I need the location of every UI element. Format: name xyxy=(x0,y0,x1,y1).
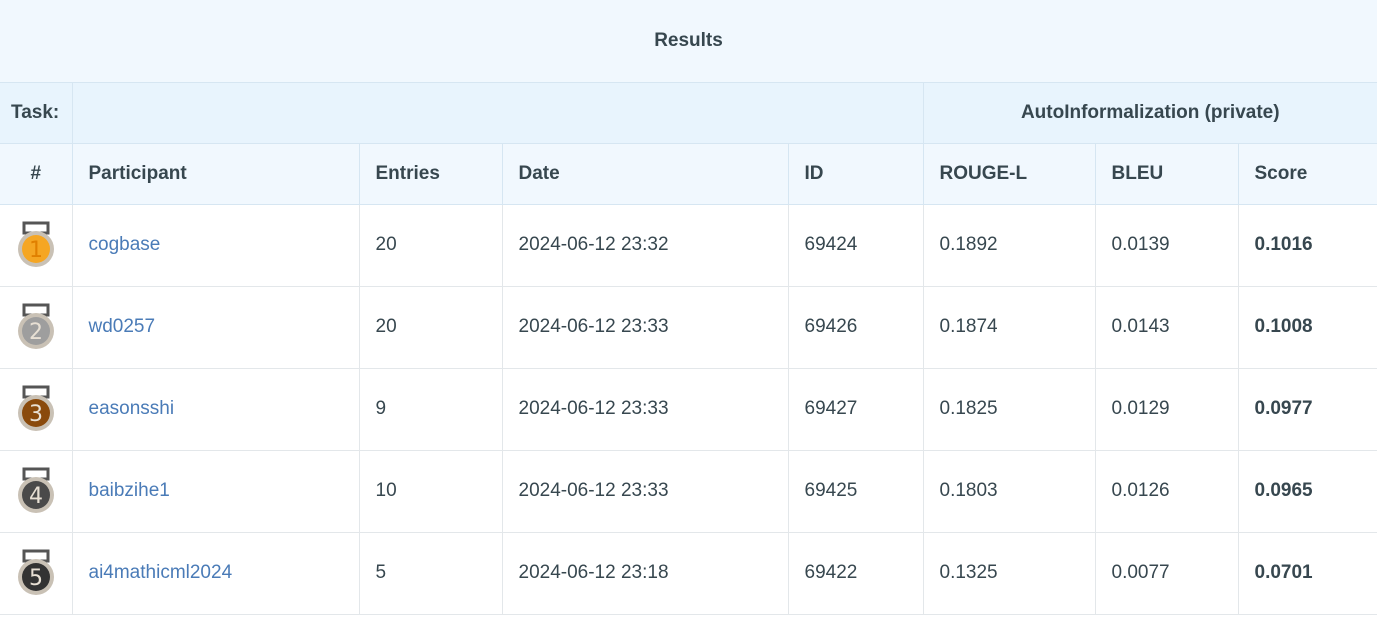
column-header-bleu[interactable]: BLEU xyxy=(1095,143,1239,205)
entries-cell: 20 xyxy=(359,286,503,369)
column-header-score[interactable]: Score xyxy=(1238,143,1377,205)
medal-icon: 4 xyxy=(17,467,54,513)
column-header-date[interactable]: Date xyxy=(502,143,789,205)
participant-link[interactable]: ai4mathicml2024 xyxy=(89,562,233,583)
results-title: Results xyxy=(0,0,1377,83)
rank-cell: 5 xyxy=(0,532,73,615)
id-cell: 69422 xyxy=(788,532,924,615)
id-cell: 69424 xyxy=(788,204,924,287)
medal-icon: 5 xyxy=(17,549,54,595)
id-cell: 69426 xyxy=(788,286,924,369)
bleu-cell: 0.0126 xyxy=(1095,450,1239,533)
date-cell: 2024-06-12 23:33 xyxy=(502,368,789,451)
medal-rank-number: 4 xyxy=(29,484,43,509)
score-cell: 0.0701 xyxy=(1238,532,1377,615)
medal-icon: 1 xyxy=(17,221,54,267)
results-table: Results Task: AutoInformalization (priva… xyxy=(0,0,1377,615)
score-cell: 0.0977 xyxy=(1238,368,1377,451)
id-cell: 69425 xyxy=(788,450,924,533)
date-cell: 2024-06-12 23:33 xyxy=(502,450,789,533)
task-label: Task: xyxy=(0,82,73,144)
participant-link[interactable]: baibzihe1 xyxy=(89,480,170,501)
bleu-cell: 0.0139 xyxy=(1095,204,1239,287)
date-cell: 2024-06-12 23:18 xyxy=(502,532,789,615)
score-cell: 0.1016 xyxy=(1238,204,1377,287)
task-name: AutoInformalization (private) xyxy=(923,82,1377,144)
table-row: 5 ai4mathicml2024 5 2024-06-12 23:18 69422 0.… xyxy=(0,532,1377,615)
column-header-participant[interactable]: Participant xyxy=(72,143,360,205)
results-body: 1 cogbase 20 2024-06-12 23:32 69424 0.1892 0.0… xyxy=(0,204,1377,615)
table-row: 1 cogbase 20 2024-06-12 23:32 69424 0.1892 0.0… xyxy=(0,204,1377,287)
participant-link[interactable]: easonsshi xyxy=(89,398,175,419)
bleu-cell: 0.0129 xyxy=(1095,368,1239,451)
medal-rank-number: 5 xyxy=(29,566,43,591)
medal-rank-number: 3 xyxy=(29,402,43,427)
rank-cell: 1 xyxy=(0,204,73,287)
id-cell: 69427 xyxy=(788,368,924,451)
score-cell: 0.0965 xyxy=(1238,450,1377,533)
column-header-rank: # xyxy=(0,143,73,205)
participant-cell: baibzihe1 xyxy=(72,450,360,533)
participant-cell: easonsshi xyxy=(72,368,360,451)
rouge-cell: 0.1892 xyxy=(923,204,1096,287)
column-header-id[interactable]: ID xyxy=(788,143,924,205)
bleu-cell: 0.0143 xyxy=(1095,286,1239,369)
rouge-cell: 0.1874 xyxy=(923,286,1096,369)
rouge-cell: 0.1803 xyxy=(923,450,1096,533)
rank-cell: 3 xyxy=(0,368,73,451)
table-row: 4 baibzihe1 10 2024-06-12 23:33 69425 0.1803 0… xyxy=(0,450,1377,533)
table-row: 3 easonsshi 9 2024-06-12 23:33 69427 0.1825 0.… xyxy=(0,368,1377,451)
participant-cell: ai4mathicml2024 xyxy=(72,532,360,615)
entries-cell: 20 xyxy=(359,204,503,287)
entries-cell: 10 xyxy=(359,450,503,533)
rouge-cell: 0.1325 xyxy=(923,532,1096,615)
column-header-entries[interactable]: Entries xyxy=(359,143,503,205)
rank-cell: 4 xyxy=(0,450,73,533)
medal-rank-number: 2 xyxy=(29,320,43,345)
participant-link[interactable]: wd0257 xyxy=(89,316,156,337)
participant-cell: wd0257 xyxy=(72,286,360,369)
entries-cell: 5 xyxy=(359,532,503,615)
bleu-cell: 0.0077 xyxy=(1095,532,1239,615)
participant-link[interactable]: cogbase xyxy=(89,234,161,255)
column-header-rouge[interactable]: ROUGE-L xyxy=(923,143,1096,205)
date-cell: 2024-06-12 23:32 xyxy=(502,204,789,287)
table-row: 2 wd0257 20 2024-06-12 23:33 69426 0.1874 0.01… xyxy=(0,286,1377,369)
participant-cell: cogbase xyxy=(72,204,360,287)
rouge-cell: 0.1825 xyxy=(923,368,1096,451)
date-cell: 2024-06-12 23:33 xyxy=(502,286,789,369)
medal-icon: 2 xyxy=(17,303,54,349)
task-spacer xyxy=(72,82,924,144)
medal-rank-number: 1 xyxy=(29,238,43,263)
rank-cell: 2 xyxy=(0,286,73,369)
score-cell: 0.1008 xyxy=(1238,286,1377,369)
entries-cell: 9 xyxy=(359,368,503,451)
medal-icon: 3 xyxy=(17,385,54,431)
